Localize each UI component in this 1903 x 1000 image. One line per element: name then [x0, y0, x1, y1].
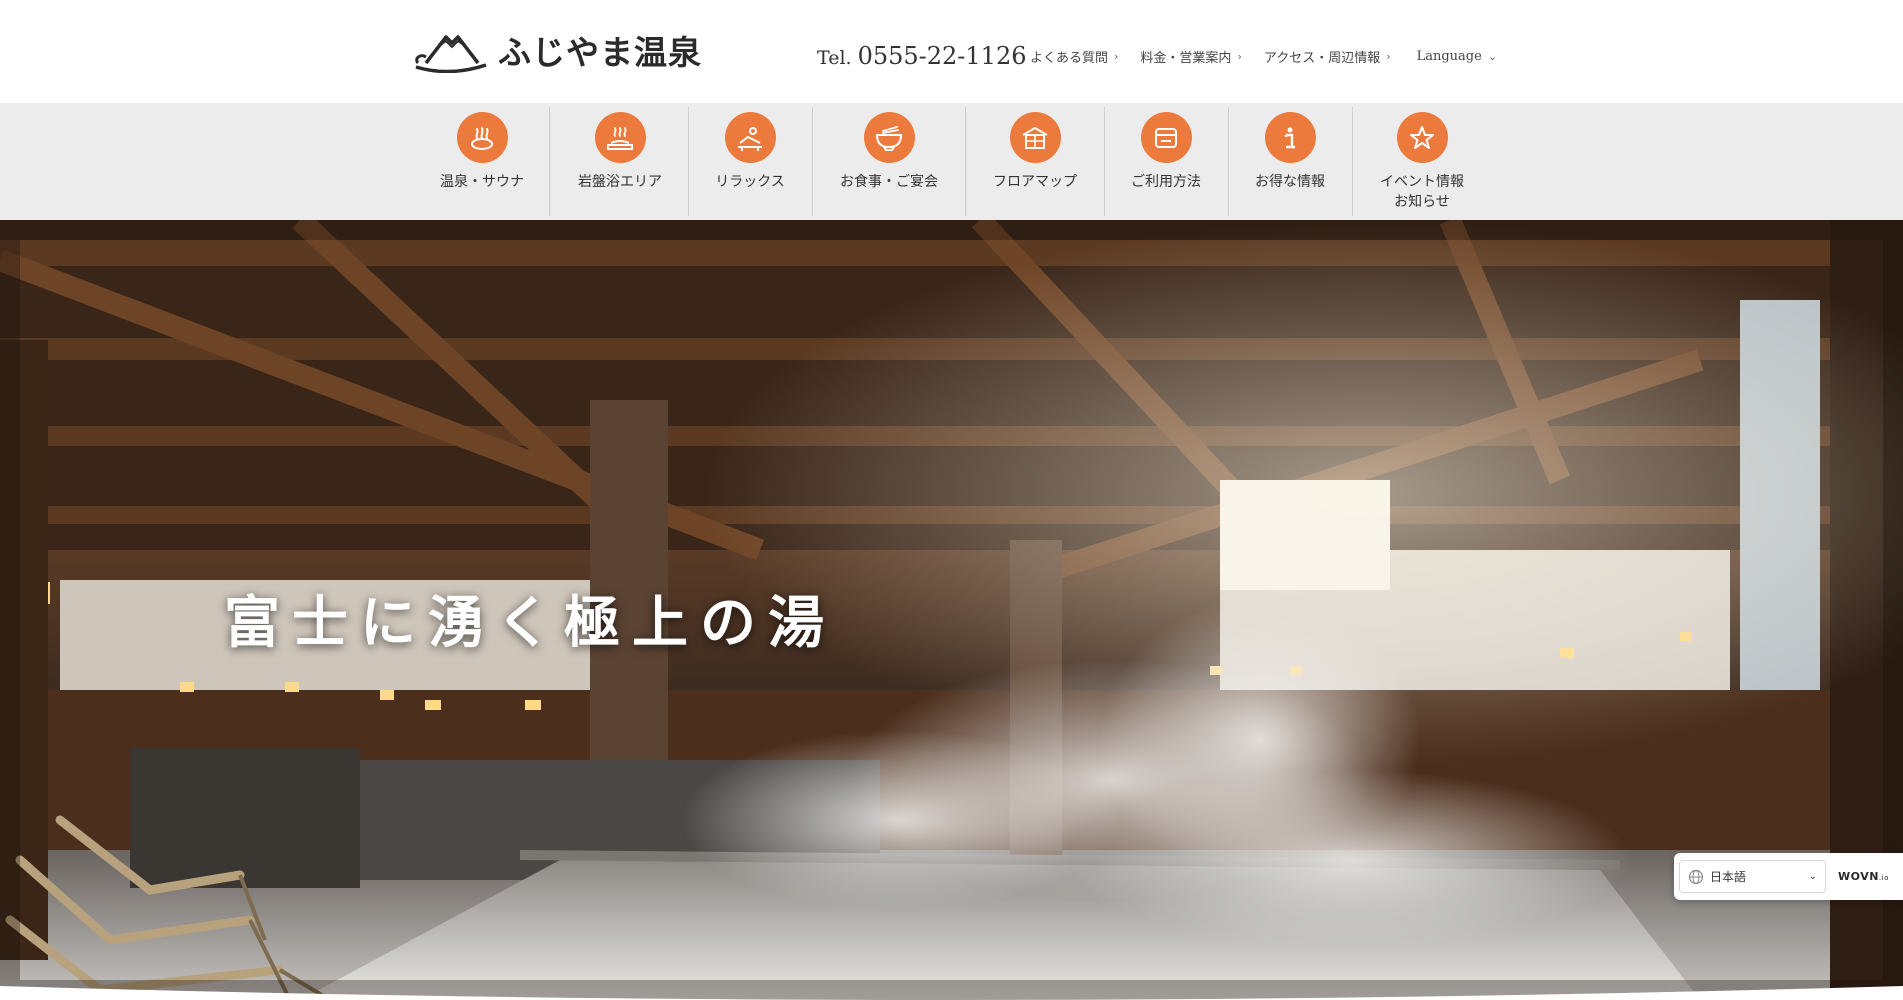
nav-pricing-hours-link[interactable]: 料金・営業案内 › — [1140, 47, 1241, 66]
utility-nav: よくある質問 › 料金・営業案内 › アクセス・周辺情報 › Language ⌄ — [1030, 47, 1497, 66]
bedrock-bath-icon — [594, 112, 646, 163]
nav-faq-link[interactable]: よくある質問 › — [1030, 47, 1118, 66]
category-dining-banquet[interactable]: お食事・ご宴会 — [824, 103, 954, 220]
chevron-right-icon: › — [1386, 50, 1391, 63]
top-header: ふじやま温泉 Tel. 0555-22-1126 よくある質問 › 料金・営業案内 ›… — [0, 0, 1903, 103]
tel-number: 0555-22-1126 — [857, 42, 1027, 70]
hot-spring-icon — [456, 112, 508, 163]
usage-guide-icon — [1140, 112, 1192, 163]
chevron-right-icon: › — [1237, 50, 1242, 63]
category-deals[interactable]: お得な情報 — [1240, 103, 1340, 220]
globe-icon — [1688, 869, 1704, 884]
category-bedrock-bath[interactable]: 岩盤浴エリア — [568, 103, 672, 220]
category-events-news[interactable]: イベント情報 お知らせ — [1364, 103, 1480, 220]
wovn-language-widget: 日本語 ⌄ WOVN.io — [1674, 853, 1903, 900]
dining-bowl-icon — [863, 112, 915, 163]
star-icon — [1396, 112, 1448, 163]
mount-fuji-logo-icon — [415, 35, 487, 73]
nav-language-dropdown[interactable]: Language ⌄ — [1417, 47, 1497, 66]
chevron-down-icon: ⌄ — [1487, 50, 1498, 63]
floor-map-icon — [1009, 112, 1061, 163]
nav-divider — [688, 107, 689, 216]
chevron-right-icon: › — [1114, 50, 1119, 63]
hero-banner: 富士に湧く極上の湯 — [0, 220, 1903, 1000]
nav-divider — [1104, 107, 1105, 216]
nav-divider — [965, 107, 966, 216]
category-usage-guide[interactable]: ご利用方法 — [1116, 103, 1216, 220]
nav-access-link[interactable]: アクセス・周辺情報 › — [1264, 47, 1391, 66]
tel-label: Tel. — [817, 47, 852, 69]
language-selected-value: 日本語 — [1710, 870, 1747, 884]
info-icon — [1264, 112, 1316, 163]
chevron-down-icon: ⌄ — [1808, 871, 1817, 882]
nav-divider — [812, 107, 813, 216]
hero-bottom-curve — [0, 986, 1903, 1000]
logo-text: ふじやま温泉 — [498, 33, 702, 72]
wovn-brand-logo[interactable]: WOVN.io — [1838, 870, 1889, 883]
hero-title: 富士に湧く極上の湯 — [224, 590, 836, 656]
language-select[interactable]: 日本語 ⌄ — [1679, 860, 1826, 893]
nav-divider — [549, 107, 550, 216]
nav-divider — [1352, 107, 1353, 216]
category-relax[interactable]: リラックス — [700, 103, 800, 220]
category-nav: 温泉・サウナ 岩盤浴エリア リラックス お食事・ご宴会 フロアマップ ご利用方法 — [0, 103, 1903, 220]
category-floor-map[interactable]: フロアマップ — [978, 103, 1092, 220]
relax-icon — [724, 112, 776, 163]
nav-divider — [1228, 107, 1229, 216]
phone-number[interactable]: Tel. 0555-22-1126 — [817, 42, 1026, 70]
site-logo[interactable]: ふじやま温泉 — [412, 26, 702, 74]
category-hot-spring-sauna[interactable]: 温泉・サウナ — [430, 103, 534, 220]
